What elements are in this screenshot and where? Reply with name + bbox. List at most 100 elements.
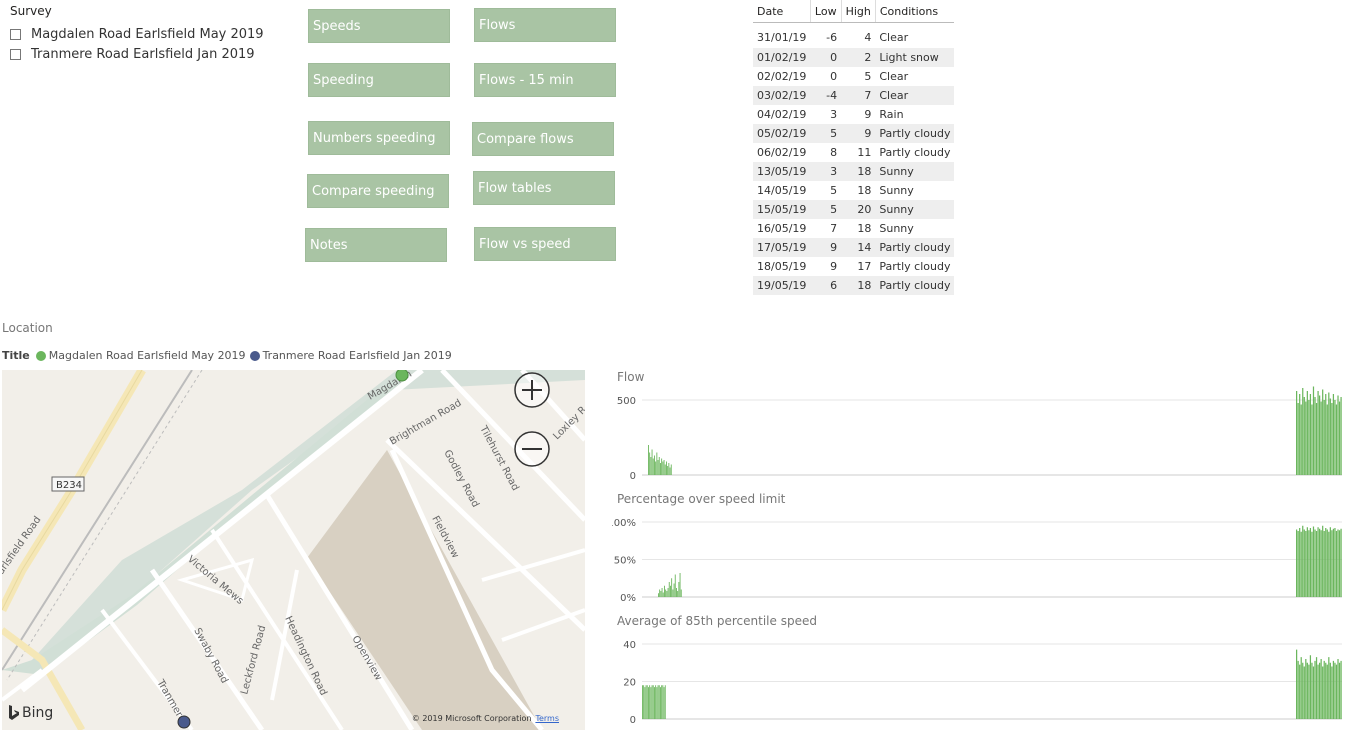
- chart-bar[interactable]: [1305, 531, 1307, 597]
- chart-bar[interactable]: [1303, 397, 1305, 475]
- terms-link[interactable]: Terms: [535, 714, 559, 723]
- map-canvas[interactable]: Magdalen Brightman Road Tilehurst Road L…: [2, 370, 585, 730]
- chart-bar[interactable]: [1300, 404, 1302, 476]
- legend-item-tranmere[interactable]: Tranmere Road Earlsfield Jan 2019: [249, 349, 452, 362]
- chart-bar[interactable]: [1306, 662, 1308, 719]
- chart-bar[interactable]: [1306, 391, 1308, 475]
- slicer-item-magdalen[interactable]: Magdalen Road Earlsfield May 2019: [10, 24, 290, 44]
- chart-bar[interactable]: [664, 685, 666, 719]
- chart-bar[interactable]: [1305, 659, 1307, 719]
- chart-bar[interactable]: [1326, 529, 1328, 598]
- notes-button[interactable]: Notes: [305, 228, 447, 262]
- chart-bar[interactable]: [1334, 528, 1336, 597]
- chart-bar[interactable]: [662, 592, 664, 598]
- chart-bar[interactable]: [663, 687, 665, 720]
- chart-bar[interactable]: [1296, 391, 1298, 475]
- chart-bar[interactable]: [1311, 404, 1313, 476]
- chart-bar[interactable]: [1340, 397, 1342, 475]
- numbers-speeding-button[interactable]: Numbers speeding: [308, 121, 450, 155]
- chart-bar[interactable]: [644, 687, 646, 720]
- chart-bar[interactable]: [648, 687, 649, 720]
- chart-bar[interactable]: [655, 461, 657, 476]
- chart-bar[interactable]: [1317, 527, 1319, 597]
- chart-bar[interactable]: [657, 685, 659, 719]
- chart-bar[interactable]: [668, 463, 670, 475]
- chart-bar[interactable]: [667, 466, 669, 475]
- speed-chart[interactable]: 0 20 40 Average of 85th percentile speed: [612, 614, 1352, 726]
- chart-bar[interactable]: [1337, 529, 1339, 598]
- chart-bar[interactable]: [642, 685, 643, 719]
- chart-bar[interactable]: [659, 589, 661, 598]
- chart-bar[interactable]: [665, 589, 667, 598]
- chart-bar[interactable]: [1296, 529, 1298, 598]
- chart-bar[interactable]: [1312, 666, 1315, 720]
- chart-bar[interactable]: [1332, 660, 1335, 720]
- compare-speeding-button[interactable]: Compare speeding: [307, 174, 449, 208]
- chart-bar[interactable]: [1326, 404, 1328, 476]
- chart-bar[interactable]: [1319, 395, 1321, 476]
- chart-bar[interactable]: [663, 460, 665, 475]
- chart-bar[interactable]: [1340, 528, 1342, 597]
- chart-bar[interactable]: [669, 467, 671, 476]
- chart-bar[interactable]: [658, 457, 660, 475]
- column-header-high[interactable]: High: [840, 0, 876, 23]
- chart-bar[interactable]: [1311, 531, 1313, 597]
- chart-bar[interactable]: [1338, 401, 1341, 476]
- chart-bar[interactable]: [1308, 530, 1310, 597]
- chart-bar[interactable]: [1325, 662, 1327, 719]
- chart-bar[interactable]: [664, 585, 665, 597]
- chart-bar[interactable]: [1312, 386, 1315, 476]
- chart-bar[interactable]: [1320, 401, 1322, 476]
- chart-bar[interactable]: [1303, 666, 1305, 720]
- legend-item-magdalen[interactable]: Magdalen Road Earlsfield May 2019: [35, 349, 246, 362]
- chart-bar[interactable]: [658, 685, 660, 719]
- slicer-item-tranmere[interactable]: Tranmere Road Earlsfield Jan 2019: [10, 44, 290, 64]
- chart-bar[interactable]: [1300, 531, 1302, 597]
- chart-bar[interactable]: [1340, 660, 1342, 720]
- chart-bar[interactable]: [651, 685, 653, 719]
- chart-bar[interactable]: [676, 588, 677, 597]
- flows-15-min-button[interactable]: Flows - 15 min: [474, 63, 616, 97]
- chart-bar[interactable]: [649, 685, 651, 719]
- chart-bar[interactable]: [679, 573, 681, 597]
- chart-bar[interactable]: [1335, 664, 1338, 720]
- chart-bar[interactable]: [1329, 662, 1331, 719]
- chart-bar[interactable]: [668, 582, 670, 597]
- chart-bar[interactable]: [645, 685, 647, 719]
- chart-bar[interactable]: [674, 574, 676, 598]
- chart-bar[interactable]: [680, 589, 682, 598]
- chart-bar[interactable]: [1329, 527, 1331, 597]
- chart-bar[interactable]: [652, 458, 654, 476]
- chart-bar[interactable]: [1299, 664, 1301, 720]
- chart-bar[interactable]: [1299, 528, 1301, 597]
- chart-bar[interactable]: [1315, 531, 1318, 597]
- chart-bar[interactable]: [654, 687, 655, 720]
- speeding-button[interactable]: Speeding: [308, 63, 450, 97]
- chart-bar[interactable]: [1332, 394, 1335, 475]
- chart-bar[interactable]: [660, 591, 662, 597]
- chart-bar[interactable]: [1311, 662, 1313, 719]
- chart-bar[interactable]: [1323, 531, 1325, 597]
- zoom-out-button[interactable]: [514, 431, 550, 467]
- chart-bar[interactable]: [1308, 664, 1310, 720]
- chart-bar[interactable]: [1297, 403, 1299, 475]
- chart-bar[interactable]: [649, 452, 651, 476]
- chart-bar[interactable]: [1305, 401, 1307, 476]
- chart-bar[interactable]: [1317, 391, 1319, 475]
- chart-bar[interactable]: [1309, 655, 1312, 719]
- chart-bar[interactable]: [655, 685, 657, 719]
- chart-bar[interactable]: [660, 687, 661, 720]
- chart-bar[interactable]: [1334, 400, 1336, 475]
- location-map[interactable]: Magdalen Brightman Road Tilehurst Road L…: [2, 370, 585, 730]
- chart-bar[interactable]: [662, 685, 664, 719]
- chart-bar[interactable]: [646, 685, 648, 719]
- chart-bar[interactable]: [673, 583, 675, 598]
- speeds-button[interactable]: Speeds: [308, 9, 450, 43]
- chart-bar[interactable]: [1314, 529, 1316, 598]
- chart-bar[interactable]: [1302, 388, 1304, 475]
- flow-chart[interactable]: 0 500 Flow: [612, 370, 1352, 482]
- flows-button[interactable]: Flows: [474, 8, 616, 42]
- chart-bar[interactable]: [1302, 662, 1304, 719]
- chart-bar[interactable]: [1329, 398, 1331, 476]
- chart-bar[interactable]: [1322, 666, 1324, 720]
